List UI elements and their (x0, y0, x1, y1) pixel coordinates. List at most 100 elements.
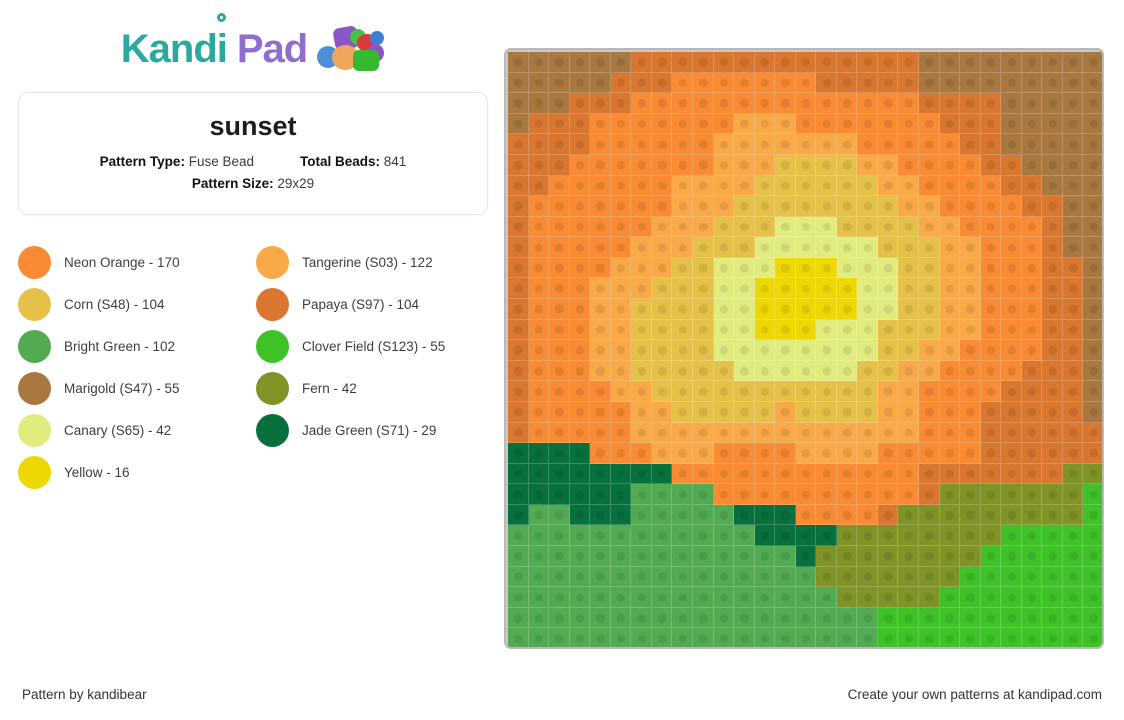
bead-cell[interactable] (569, 566, 591, 588)
bead-cell[interactable] (754, 422, 776, 444)
bead-cell[interactable] (549, 401, 570, 423)
bead-cell[interactable] (651, 113, 673, 135)
bead-cell[interactable] (590, 401, 611, 423)
legend-item[interactable]: Clover Field (S123) - 55 (256, 325, 488, 367)
bead-cell[interactable] (1083, 237, 1102, 258)
bead-cell[interactable] (569, 340, 591, 361)
bead-cell[interactable] (734, 299, 755, 320)
bead-cell[interactable] (960, 278, 981, 300)
bead-cell[interactable] (816, 216, 837, 238)
bead-cell[interactable] (549, 237, 570, 258)
bead-cell[interactable] (672, 422, 693, 444)
bead-cell[interactable] (549, 72, 570, 94)
bead-cell[interactable] (898, 72, 920, 94)
bead-cell[interactable] (939, 628, 961, 647)
bead-cell[interactable] (919, 463, 940, 485)
bead-cell[interactable] (734, 154, 755, 176)
bead-cell[interactable] (857, 443, 878, 464)
bead-cell[interactable] (713, 546, 735, 567)
bead-cell[interactable] (528, 72, 550, 94)
bead-cell[interactable] (713, 401, 735, 423)
bead-cell[interactable] (1001, 381, 1022, 402)
bead-cell[interactable] (610, 360, 632, 382)
bead-cell[interactable] (836, 154, 858, 176)
bead-cell[interactable] (713, 607, 735, 629)
bead-cell[interactable] (857, 587, 878, 608)
bead-cell[interactable] (816, 381, 837, 402)
bead-cell[interactable] (795, 504, 817, 526)
bead-cell[interactable] (1083, 196, 1102, 217)
bead-cell[interactable] (939, 319, 961, 341)
bead-cell[interactable] (1042, 504, 1063, 526)
bead-cell[interactable] (528, 93, 550, 114)
legend-item[interactable]: Fern - 42 (256, 367, 488, 409)
bead-cell[interactable] (795, 360, 817, 382)
bead-cell[interactable] (1042, 546, 1063, 567)
bead-cell[interactable] (713, 237, 735, 258)
bead-cell[interactable] (919, 360, 940, 382)
bead-cell[interactable] (857, 278, 878, 300)
bead-cell[interactable] (734, 93, 755, 114)
bead-cell[interactable] (1021, 463, 1043, 485)
bead-cell[interactable] (836, 484, 858, 505)
bead-cell[interactable] (980, 463, 1002, 485)
bead-cell[interactable] (795, 93, 817, 114)
bead-cell[interactable] (713, 463, 735, 485)
bead-cell[interactable] (651, 546, 673, 567)
bead-cell[interactable] (651, 607, 673, 629)
bead-cell[interactable] (877, 566, 899, 588)
bead-cell[interactable] (898, 546, 920, 567)
bead-cell[interactable] (877, 443, 899, 464)
bead-cell[interactable] (960, 546, 981, 567)
bead-cell[interactable] (816, 628, 837, 647)
bead-cell[interactable] (610, 237, 632, 258)
bead-cell[interactable] (528, 134, 550, 155)
bead-cell[interactable] (754, 607, 776, 629)
bead-cell[interactable] (1021, 566, 1043, 588)
bead-cell[interactable] (775, 154, 796, 176)
bead-cell[interactable] (1083, 216, 1102, 238)
bead-cell[interactable] (816, 607, 837, 629)
bead-cell[interactable] (672, 381, 693, 402)
bead-cell[interactable] (610, 422, 632, 444)
bead-cell[interactable] (549, 566, 570, 588)
bead-cell[interactable] (857, 546, 878, 567)
bead-cell[interactable] (651, 93, 673, 114)
bead-cell[interactable] (919, 216, 940, 238)
bead-cell[interactable] (754, 360, 776, 382)
bead-cell[interactable] (734, 319, 755, 341)
bead-cell[interactable] (960, 443, 981, 464)
bead-cell[interactable] (919, 299, 940, 320)
bead-cell[interactable] (672, 504, 693, 526)
bead-cell[interactable] (1001, 93, 1022, 114)
bead-cell[interactable] (631, 587, 652, 608)
bead-cell[interactable] (919, 566, 940, 588)
bead-cell[interactable] (980, 422, 1002, 444)
bead-cell[interactable] (919, 443, 940, 464)
bead-cell[interactable] (672, 546, 693, 567)
bead-cell[interactable] (528, 484, 550, 505)
bead-cell[interactable] (631, 504, 652, 526)
bead-cell[interactable] (775, 299, 796, 320)
bead-cell[interactable] (1062, 319, 1084, 341)
bead-cell[interactable] (734, 278, 755, 300)
bead-cell[interactable] (857, 525, 878, 547)
bead-cell[interactable] (1042, 278, 1063, 300)
bead-cell[interactable] (960, 566, 981, 588)
bead-cell[interactable] (1083, 299, 1102, 320)
bead-cell[interactable] (672, 360, 693, 382)
bead-cell[interactable] (610, 504, 632, 526)
bead-cell[interactable] (857, 484, 878, 505)
bead-cell[interactable] (816, 52, 837, 73)
bead-cell[interactable] (549, 587, 570, 608)
bead-cell[interactable] (857, 216, 878, 238)
bead-cell[interactable] (857, 52, 878, 73)
bead-cell[interactable] (1021, 278, 1043, 300)
bead-cell[interactable] (508, 443, 529, 464)
bead-cell[interactable] (836, 628, 858, 647)
bead-cell[interactable] (734, 443, 755, 464)
bead-cell[interactable] (590, 299, 611, 320)
bead-cell[interactable] (836, 299, 858, 320)
bead-cell[interactable] (1083, 340, 1102, 361)
bead-cell[interactable] (980, 237, 1002, 258)
